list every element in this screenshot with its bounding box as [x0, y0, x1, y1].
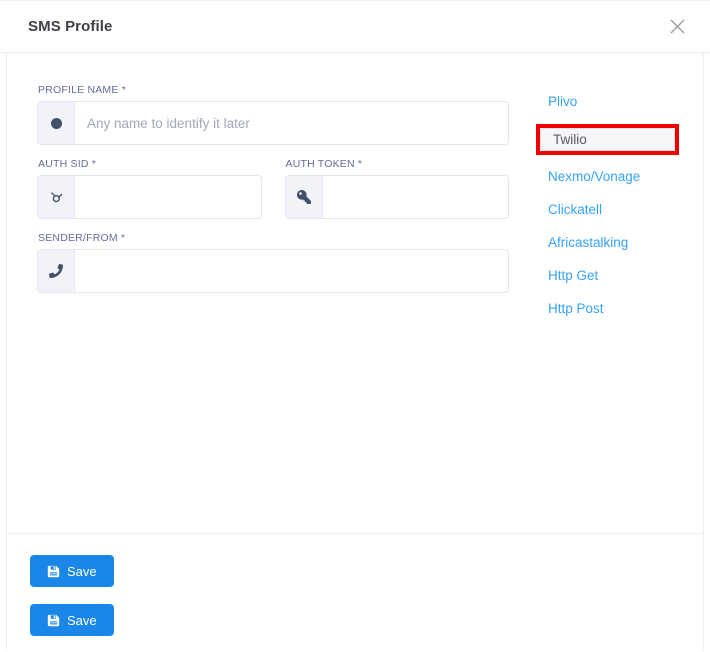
close-icon: [669, 18, 686, 35]
provider-link-plivo[interactable]: Plivo: [536, 91, 679, 113]
profile-name-prefix: [38, 102, 75, 144]
auth-sid-prefix: [38, 176, 75, 218]
auth-token-input-group: [285, 175, 510, 219]
key-icon: [297, 190, 311, 204]
profile-name-input[interactable]: [75, 102, 508, 144]
circle-icon: [51, 118, 62, 129]
provider-list: Plivo Twilio Nexmo/Vonage Clickatell Afr…: [536, 84, 679, 533]
auth-token-prefix: [286, 176, 323, 218]
provider-link-http-post[interactable]: Http Post: [536, 298, 679, 320]
auth-sid-input-group: [37, 175, 262, 219]
sender-from-field-group: SENDER/FROM *: [37, 232, 509, 293]
profile-name-input-group: [37, 101, 509, 145]
red-highlight-box: Twilio: [536, 124, 679, 155]
save-button-label: Save: [67, 613, 97, 628]
phone-icon: [49, 264, 63, 278]
auth-token-field-group: AUTH TOKEN *: [285, 158, 510, 219]
auth-sid-field-group: AUTH SID *: [37, 158, 262, 219]
modal-footer: Save Save: [7, 534, 703, 636]
save-button[interactable]: Save: [30, 555, 114, 587]
auth-token-label: AUTH TOKEN *: [286, 158, 510, 170]
sender-from-prefix: [38, 250, 75, 292]
profile-name-field-group: PROFILE NAME *: [37, 84, 509, 145]
save-icon: [47, 614, 60, 627]
provider-link-http-get[interactable]: Http Get: [536, 265, 679, 287]
sid-icon: [49, 190, 64, 205]
modal-title: SMS Profile: [28, 18, 112, 35]
auth-row: AUTH SID *: [37, 158, 509, 219]
close-button[interactable]: [667, 16, 688, 37]
provider-link-twilio-selected[interactable]: Twilio: [540, 128, 675, 151]
modal-body: PROFILE NAME * AUTH SID *: [7, 53, 703, 533]
auth-sid-label: AUTH SID *: [38, 158, 262, 170]
sender-from-input-group: [37, 249, 509, 293]
save-icon: [47, 565, 60, 578]
auth-sid-input[interactable]: [75, 176, 261, 218]
provider-link-clickatell[interactable]: Clickatell: [536, 199, 679, 221]
auth-token-input[interactable]: [323, 176, 509, 218]
sms-profile-form: PROFILE NAME * AUTH SID *: [37, 84, 509, 533]
modal-content: PROFILE NAME * AUTH SID *: [6, 53, 704, 650]
sender-from-label: SENDER/FROM *: [38, 232, 509, 244]
save-button-secondary[interactable]: Save: [30, 604, 114, 636]
sms-profile-modal: SMS Profile PROFILE NAME *: [0, 0, 710, 650]
save-button-label: Save: [67, 564, 97, 579]
provider-link-nexmo-vonage[interactable]: Nexmo/Vonage: [536, 166, 679, 188]
sender-from-input[interactable]: [75, 250, 508, 292]
provider-link-africastalking[interactable]: Africastalking: [536, 232, 679, 254]
profile-name-label: PROFILE NAME *: [38, 84, 509, 96]
modal-header: SMS Profile: [0, 0, 710, 53]
